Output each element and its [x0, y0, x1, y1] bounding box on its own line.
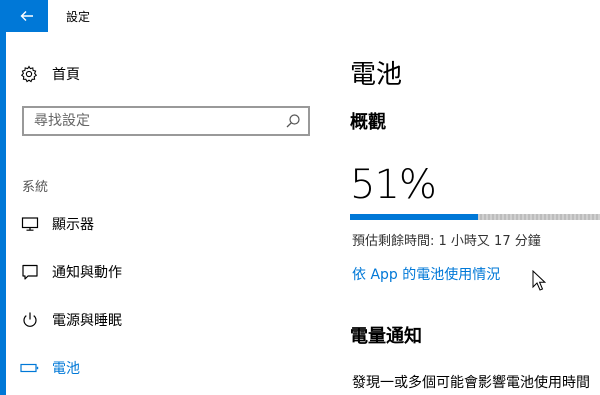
- page-title: 電池: [350, 60, 403, 90]
- sidebar-item-label: 顯示器: [52, 217, 94, 233]
- overview-heading: 概觀: [350, 112, 386, 133]
- back-button[interactable]: [6, 0, 48, 32]
- battery-level-bar: [350, 214, 600, 220]
- sidebar-item-label: 電池: [52, 361, 80, 377]
- battery-percentage: 51%: [350, 162, 437, 208]
- notification-icon: [20, 262, 40, 282]
- search-icon[interactable]: [284, 112, 302, 130]
- monitor-icon: [20, 214, 40, 234]
- sidebar-item-notifications[interactable]: 通知與動作: [6, 254, 326, 290]
- sidebar: 首頁 系統 顯示器 通知與動作: [6, 32, 326, 395]
- battery-page: 電池 概觀 51% 預估剩餘時間: 1 小時又 17 分鐘 依 App 的電池使…: [326, 32, 600, 395]
- window-title: 設定: [66, 10, 91, 24]
- back-arrow-icon: [20, 11, 33, 21]
- power-icon: [20, 310, 40, 330]
- battery-icon: [20, 358, 40, 378]
- sidebar-item-label: 電源與睡眠: [52, 313, 122, 329]
- time-remaining-text: 預估剩餘時間: 1 小時又 17 分鐘: [352, 234, 541, 249]
- gear-icon: [20, 65, 38, 83]
- sidebar-item-battery[interactable]: 電池: [6, 350, 326, 386]
- sidebar-item-display[interactable]: 顯示器: [6, 206, 326, 242]
- search-box[interactable]: [22, 106, 310, 136]
- battery-level-fill: [350, 214, 478, 220]
- home-link[interactable]: 首頁: [20, 64, 80, 84]
- mouse-cursor-icon: [532, 270, 546, 291]
- battery-usage-by-app-link[interactable]: 依 App 的電池使用情況: [352, 264, 500, 284]
- home-label: 首頁: [52, 67, 80, 83]
- section-label-system: 系統: [22, 180, 49, 195]
- sidebar-item-power-sleep[interactable]: 電源與睡眠: [6, 302, 326, 338]
- search-input[interactable]: [24, 108, 274, 134]
- sidebar-item-label: 通知與動作: [52, 265, 122, 281]
- title-bar: 設定: [0, 0, 600, 32]
- battery-notification-heading: 電量通知: [350, 326, 422, 347]
- battery-notification-description: 發現一或多個可能會影響電池使用時間: [352, 375, 590, 391]
